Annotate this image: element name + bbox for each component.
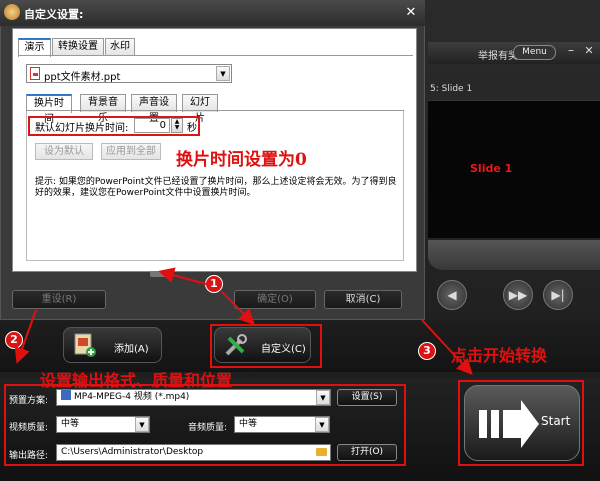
annotation-arrows	[14, 267, 473, 375]
